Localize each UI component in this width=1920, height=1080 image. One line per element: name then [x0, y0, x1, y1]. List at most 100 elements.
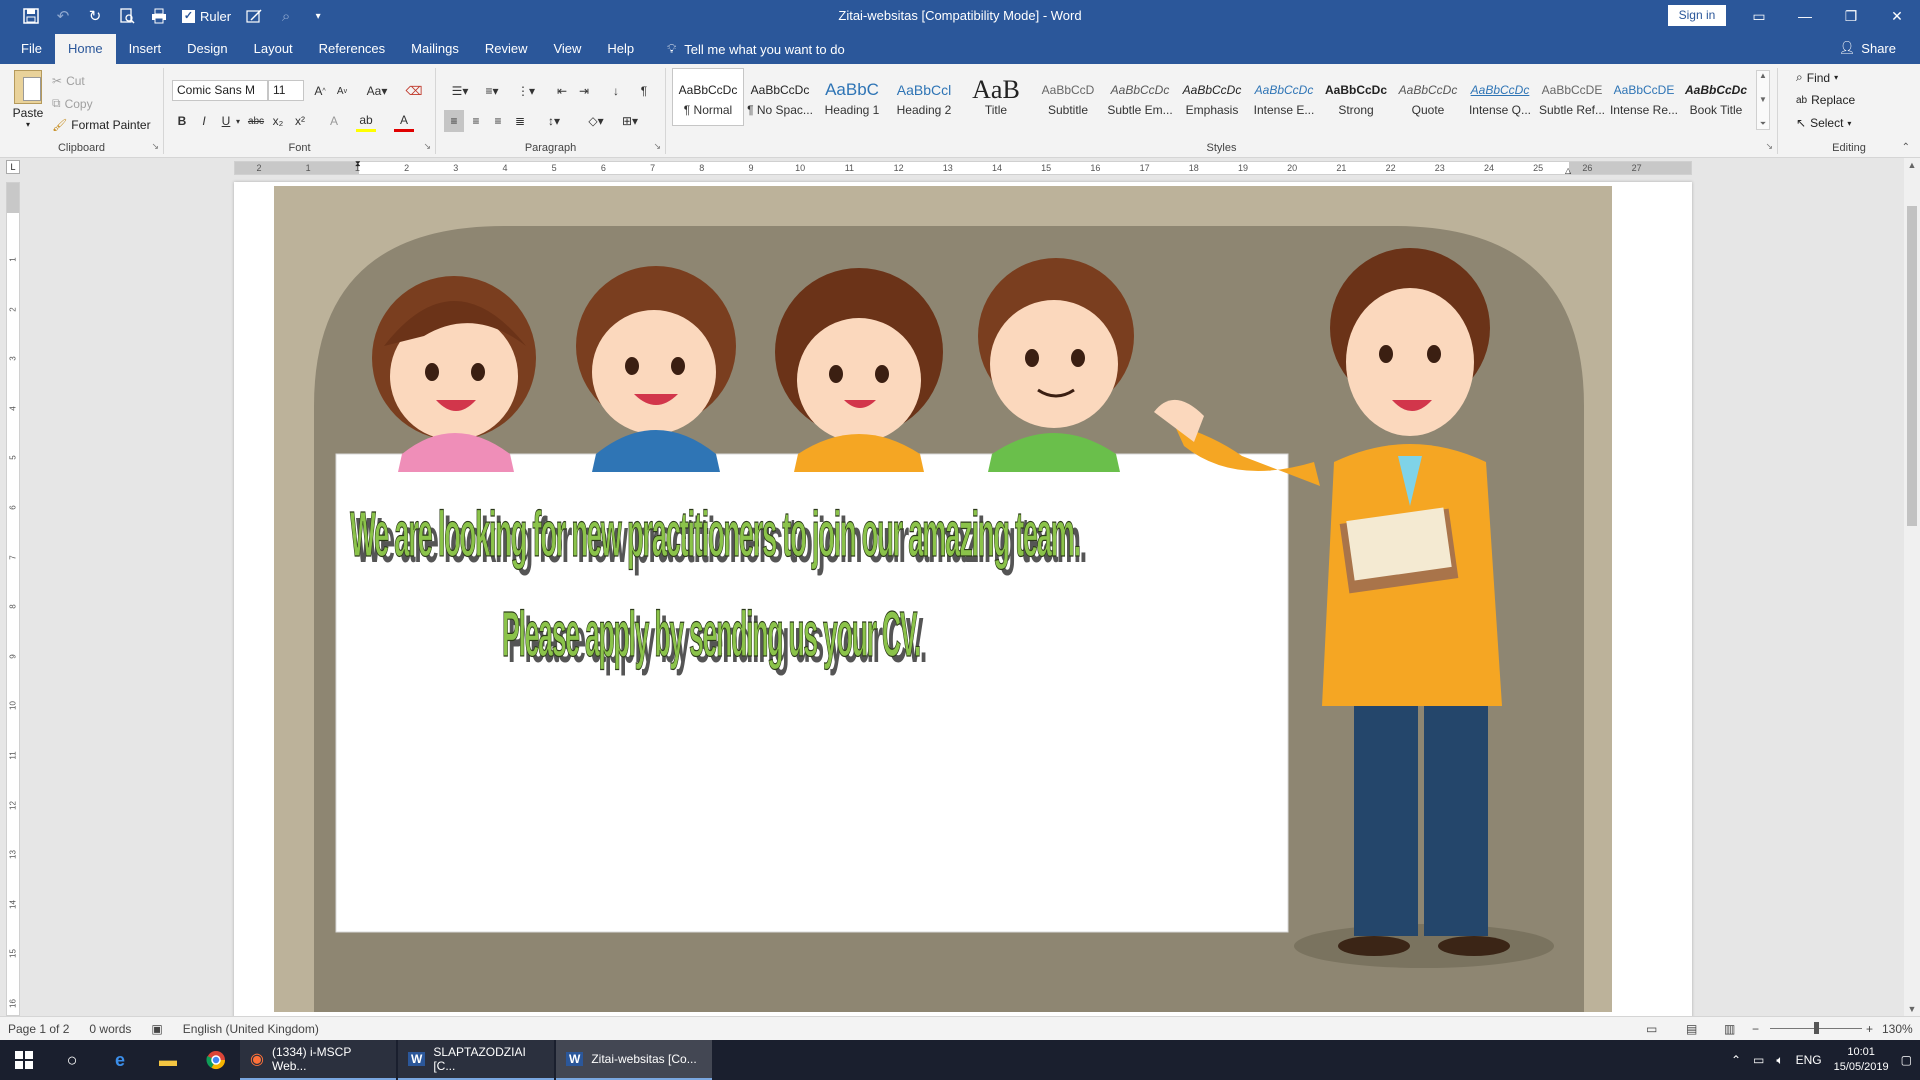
justify-icon[interactable]: ≣ [510, 110, 530, 132]
decrease-indent-icon[interactable]: ⇤ [552, 80, 572, 102]
input-language[interactable]: ENG [1796, 1053, 1822, 1067]
show-hidden-icons-icon[interactable]: ⌃ [1731, 1053, 1741, 1067]
font-name-combobox[interactable]: Comic Sans M [172, 80, 268, 101]
cortana-search-icon[interactable]: ○ [48, 1040, 96, 1080]
ruler-checkbox[interactable]: ✓ Ruler [182, 9, 231, 24]
volume-icon[interactable]: 🔈︎ [1776, 1053, 1783, 1068]
document-page[interactable]: We are looking for new practitioners to … [234, 182, 1692, 1016]
tab-selector[interactable]: L [6, 160, 20, 174]
show-hide-marks-button[interactable]: ¶ [634, 80, 654, 102]
tab-insert[interactable]: Insert [116, 34, 175, 64]
style-strong[interactable]: AaBbCcDc Strong [1320, 68, 1392, 126]
vertical-scrollbar[interactable]: ▲ ▼ [1904, 158, 1920, 1016]
style-book-title[interactable]: AaBbCcDc Book Title [1680, 68, 1752, 126]
wordart-line-2[interactable]: Please apply by sending us your CV. Plea… [501, 597, 929, 676]
vertical-ruler[interactable]: 1 2 3 4 5 6 7 8 9 10 11 12 13 14 15 16 [6, 182, 20, 1016]
customize-qat-icon[interactable]: ▾ [305, 3, 331, 29]
sort-icon[interactable]: ↓ [606, 80, 626, 102]
chrome-icon[interactable] [192, 1040, 240, 1080]
tab-file[interactable]: File [8, 34, 55, 64]
taskbar-app-word-2[interactable]: W Zitai-websitas [Co... [556, 1040, 712, 1080]
style-emphasis[interactable]: AaBbCcDc Emphasis [1176, 68, 1248, 126]
tell-me-search[interactable]: 💡︎ Tell me what you want to do [647, 34, 845, 64]
print-preview-icon[interactable] [114, 3, 140, 29]
tab-design[interactable]: Design [174, 34, 240, 64]
align-right-icon[interactable]: ≡ [488, 110, 508, 132]
word-count[interactable]: 0 words [89, 1022, 131, 1036]
borders-icon[interactable]: ⊞▾ [616, 110, 644, 132]
replace-button[interactable]: ab Replace [1796, 93, 1855, 107]
shading-icon[interactable]: ◇▾ [582, 110, 610, 132]
numbering-icon[interactable]: ≡▾ [478, 80, 506, 102]
bullets-icon[interactable]: ☰▾ [446, 80, 474, 102]
proofing-icon[interactable]: ▣ [151, 1022, 162, 1036]
horizontal-ruler[interactable]: 2 1 1 2 3 4 5 6 7 8 9 10 11 12 13 14 15 16 17 18 19 20 21 22 23 2… [234, 159, 1692, 175]
bold-button[interactable]: B [172, 110, 192, 132]
scroll-up-icon[interactable]: ▲ [1759, 71, 1767, 80]
format-painter-button[interactable]: 🖌︎ Format Painter [52, 118, 151, 132]
indent-marker-icon[interactable]: ⧗ [355, 159, 361, 169]
format-painter-disabled-icon[interactable]: ⌕ [273, 3, 299, 29]
restore-icon[interactable]: ❐ [1828, 0, 1874, 32]
style-title[interactable]: AaB Title [960, 68, 1032, 126]
share-button[interactable]: 👤︎ Share [1839, 40, 1896, 56]
read-mode-icon[interactable]: ▭ [1646, 1022, 1657, 1036]
multilevel-list-icon[interactable]: ⋮▾ [512, 80, 540, 102]
align-center-icon[interactable]: ≡ [466, 110, 486, 132]
change-case-button[interactable]: Aa ▾ [362, 80, 392, 102]
ribbon-display-options-icon[interactable]: ▭ [1736, 0, 1782, 32]
tab-layout[interactable]: Layout [241, 34, 306, 64]
taskbar-app-word-1[interactable]: W SLAPTAZODZIAI [C... [398, 1040, 554, 1080]
style-heading-2[interactable]: AaBbCcl Heading 2 [888, 68, 960, 126]
document-canvas[interactable]: We are looking for new practitioners to … [26, 178, 1904, 1016]
cut-button[interactable]: ✂ Cut [52, 74, 85, 88]
notifications-icon[interactable]: ▢ [1901, 1053, 1912, 1067]
scroll-down-arrow-icon[interactable]: ▼ [1904, 1004, 1920, 1014]
style-subtitle[interactable]: AaBbCcD Subtitle [1032, 68, 1104, 126]
clear-formatting-icon[interactable]: ⌫ [404, 80, 424, 102]
zoom-slider-knob[interactable] [1814, 1022, 1819, 1034]
scrollbar-thumb[interactable] [1907, 206, 1917, 526]
paste-dropdown-icon[interactable]: ▾ [10, 120, 46, 129]
redo-icon[interactable]: ↻ [82, 3, 108, 29]
style-no-spacing[interactable]: AaBbCcDc ¶ No Spac... [744, 68, 816, 126]
page-count[interactable]: Page 1 of 2 [8, 1022, 69, 1036]
superscript-button[interactable]: x² [290, 110, 310, 132]
clock[interactable]: 10:01 15/05/2019 [1834, 1045, 1889, 1075]
quick-print-icon[interactable] [146, 3, 172, 29]
tab-view[interactable]: View [540, 34, 594, 64]
zoom-out-button[interactable]: − [1752, 1022, 1759, 1036]
text-effects-button[interactable]: A [324, 110, 344, 132]
increase-indent-icon[interactable]: ⇥ [574, 80, 594, 102]
zoom-in-button[interactable]: + [1866, 1022, 1873, 1036]
style-normal[interactable]: AaBbCcDc ¶ Normal [672, 68, 744, 126]
highlight-button[interactable]: ab [356, 110, 376, 132]
scroll-up-arrow-icon[interactable]: ▲ [1904, 160, 1920, 170]
style-heading-1[interactable]: AaBbC Heading 1 [816, 68, 888, 126]
align-left-icon[interactable]: ≡ [444, 110, 464, 132]
strikethrough-button[interactable]: abc [246, 110, 266, 132]
edge-browser-icon[interactable]: e [96, 1040, 144, 1080]
tab-review[interactable]: Review [472, 34, 541, 64]
shrink-font-button[interactable]: Av [332, 80, 352, 102]
tab-home[interactable]: Home [54, 34, 116, 64]
scroll-down-icon[interactable]: ▼ [1759, 95, 1767, 104]
italic-button[interactable]: I [194, 110, 214, 132]
classroom-illustration[interactable]: We are looking for new practitioners to … [274, 186, 1612, 1012]
styles-gallery-scroll[interactable]: ▲ ▼ ⏷ [1756, 70, 1770, 130]
network-icon[interactable]: ▭ [1753, 1053, 1764, 1067]
style-quote[interactable]: AaBbCcDc Quote [1392, 68, 1464, 126]
paragraph-dialog-launcher-icon[interactable]: ↘ [653, 141, 661, 152]
tab-help[interactable]: Help [594, 34, 647, 64]
tab-references[interactable]: References [306, 34, 398, 64]
line-spacing-icon[interactable]: ↕▾ [540, 110, 568, 132]
draw-table-icon[interactable] [241, 3, 267, 29]
paste-button[interactable]: Paste ▾ [10, 70, 46, 129]
minimize-icon[interactable]: — [1782, 0, 1828, 32]
clipboard-dialog-launcher-icon[interactable]: ↘ [151, 141, 159, 152]
underline-dropdown-icon[interactable]: ▾ [232, 110, 244, 132]
style-subtle-reference[interactable]: AaBbCcDE Subtle Ref... [1536, 68, 1608, 126]
zoom-level[interactable]: 130% [1882, 1022, 1913, 1036]
web-layout-icon[interactable]: ▥ [1724, 1022, 1735, 1036]
style-intense-reference[interactable]: AaBbCcDE Intense Re... [1608, 68, 1680, 126]
